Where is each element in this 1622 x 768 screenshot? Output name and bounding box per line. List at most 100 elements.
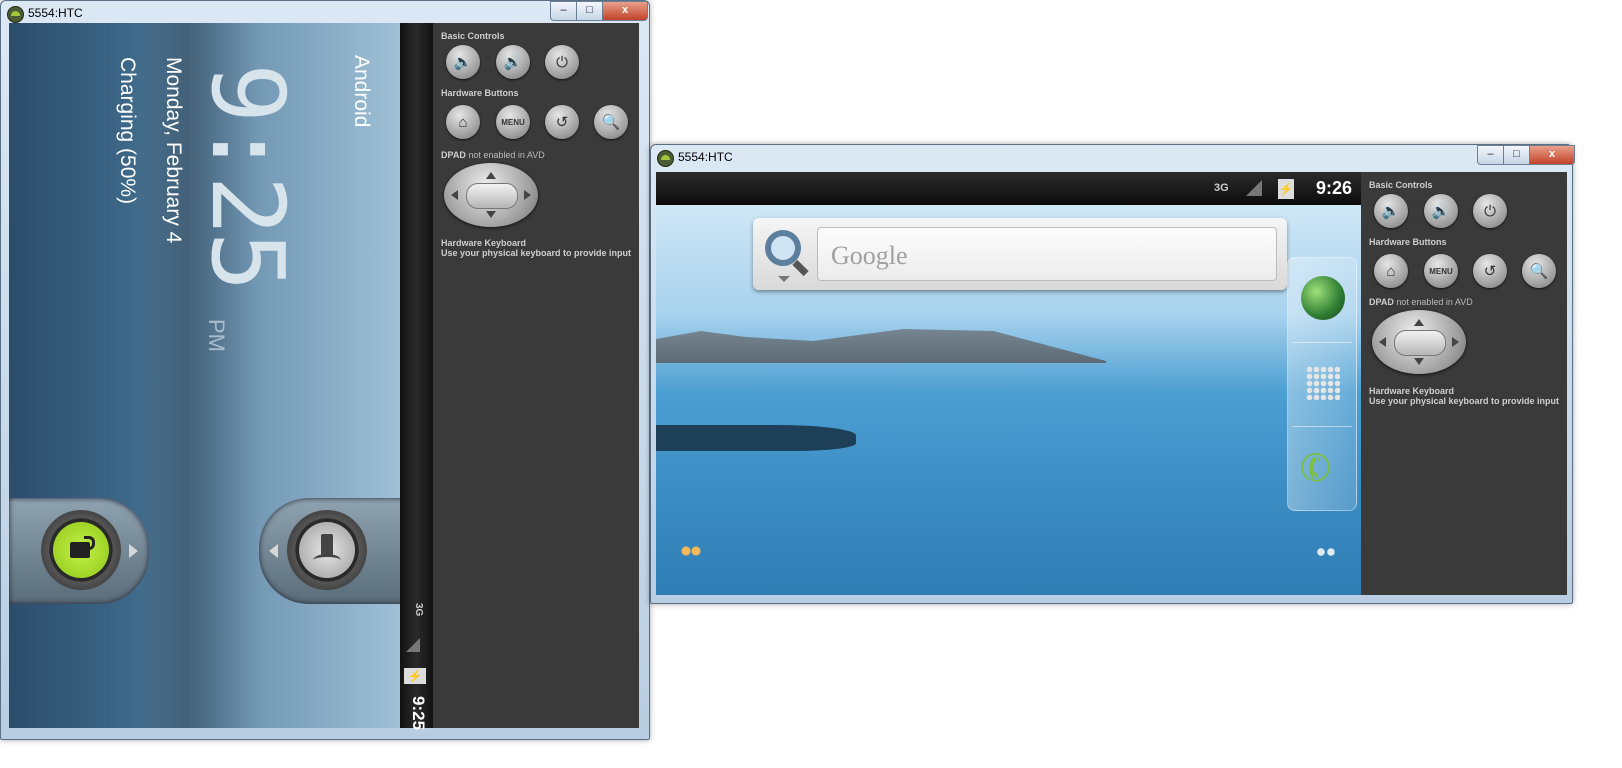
back-icon: ↺ bbox=[555, 114, 569, 131]
home-screen: Google ✆ bbox=[656, 205, 1361, 595]
home-icon: ⌂ bbox=[1386, 262, 1396, 280]
network-3g-icon: 3G bbox=[413, 603, 424, 617]
unlock-tab[interactable] bbox=[9, 498, 149, 604]
volume-up-icon: 🔊 bbox=[503, 54, 523, 71]
right-page-indicator[interactable] bbox=[1316, 547, 1336, 557]
lock-ampm: PM bbox=[204, 319, 229, 352]
network-3g-icon: 3G bbox=[1214, 182, 1229, 194]
right-status-bar: 3G ⚡ 9:26 bbox=[656, 172, 1361, 205]
basic-controls-label: Basic Controls bbox=[441, 31, 505, 41]
status-time: 9:26 bbox=[1316, 178, 1353, 198]
hardware-buttons-label: Hardware Buttons bbox=[1369, 237, 1447, 247]
dpad[interactable] bbox=[444, 163, 538, 227]
left-status-bar: 3G ⚡ 9:25 bbox=[400, 23, 433, 731]
google-search-widget[interactable]: Google bbox=[753, 218, 1287, 290]
left-page-indicator[interactable] bbox=[680, 545, 702, 557]
volume-up-button[interactable]: 🔊 bbox=[1424, 194, 1458, 228]
wallpaper-mountains bbox=[656, 329, 1106, 363]
dpad-down-icon[interactable] bbox=[1414, 358, 1424, 365]
home-button[interactable]: ⌂ bbox=[1374, 254, 1408, 288]
search-input[interactable]: Google bbox=[817, 227, 1277, 281]
volume-down-icon: 🔈 bbox=[1381, 203, 1401, 220]
volume-down-button[interactable]: 🔈 bbox=[446, 45, 480, 79]
back-icon: ↺ bbox=[1483, 263, 1497, 280]
home-button[interactable]: ⌂ bbox=[446, 105, 480, 139]
search-dropdown-icon[interactable] bbox=[778, 276, 790, 282]
right-control-panel: Basic Controls 🔈 🔊 ⏻ Hardware Buttons ⌂ … bbox=[1361, 172, 1567, 595]
home-icon: ⌂ bbox=[458, 113, 468, 131]
power-button[interactable]: ⏻ bbox=[545, 45, 579, 79]
power-button[interactable]: ⏻ bbox=[1473, 194, 1507, 228]
maximize-button[interactable]: □ bbox=[576, 1, 602, 21]
volume-up-button[interactable]: 🔊 bbox=[496, 45, 530, 79]
power-icon: ⏻ bbox=[556, 53, 568, 71]
left-control-panel: Basic Controls 🔈 🔊 ⏻ Hardware Buttons ⌂ … bbox=[433, 23, 639, 728]
status-time: 9:25 bbox=[409, 696, 428, 731]
signal-icon bbox=[406, 638, 420, 652]
battery-charging-icon: ⚡ bbox=[404, 668, 426, 684]
dpad-right-icon[interactable] bbox=[1452, 337, 1459, 347]
search-icon: 🔍 bbox=[601, 114, 621, 131]
minimize-button[interactable]: – bbox=[1477, 145, 1503, 165]
sound-button[interactable] bbox=[287, 510, 367, 590]
sound-icon bbox=[299, 522, 355, 578]
carrier-label: Android bbox=[350, 55, 373, 128]
dpad-label: DPAD not enabled in AVD bbox=[441, 150, 545, 160]
menu-button[interactable]: MENU bbox=[496, 105, 530, 139]
lock-date: Monday, February 4 bbox=[162, 57, 185, 244]
signal-icon bbox=[1246, 180, 1262, 196]
back-button[interactable]: ↺ bbox=[545, 105, 579, 139]
basic-controls-label: Basic Controls bbox=[1369, 180, 1433, 190]
android-emulator-icon bbox=[657, 150, 674, 167]
maximize-button[interactable]: □ bbox=[1503, 145, 1529, 165]
search-placeholder: Google bbox=[831, 241, 908, 270]
right-titlebar[interactable]: 5554:HTC – □ x bbox=[651, 145, 1575, 171]
wallpaper-rocks bbox=[656, 425, 856, 451]
close-button[interactable]: x bbox=[602, 1, 648, 21]
magnifier-handle-icon bbox=[792, 259, 809, 277]
power-icon: ⏻ bbox=[1484, 202, 1496, 220]
window-title: 5554:HTC bbox=[678, 150, 733, 164]
unlock-button[interactable] bbox=[41, 510, 121, 590]
volume-down-button[interactable]: 🔈 bbox=[1374, 194, 1408, 228]
menu-button[interactable]: MENU bbox=[1424, 254, 1458, 288]
volume-up-icon: 🔊 bbox=[1431, 203, 1451, 220]
dpad-left-icon[interactable] bbox=[1379, 337, 1386, 347]
menu-label: MENU bbox=[1429, 266, 1453, 276]
window-title: 5554:HTC bbox=[28, 6, 83, 20]
hardware-keyboard-note: Use your physical keyboard to provide in… bbox=[1369, 396, 1560, 406]
dpad-center[interactable] bbox=[1394, 330, 1446, 356]
launcher-dock: ✆ bbox=[1287, 257, 1357, 511]
dpad-up-icon[interactable] bbox=[486, 172, 496, 179]
left-emulator-window: 5554:HTC – □ x Android 9:25 PM Monday, F… bbox=[0, 0, 650, 740]
menu-label: MENU bbox=[501, 117, 525, 127]
phone-icon[interactable]: ✆ bbox=[1293, 442, 1338, 495]
search-button[interactable]: 🔍 bbox=[594, 105, 628, 139]
search-icon: 🔍 bbox=[1529, 263, 1549, 280]
lock-screen: Android 9:25 PM Monday, February 4 Charg… bbox=[9, 23, 400, 728]
hardware-keyboard-label: Hardware Keyboard bbox=[441, 238, 527, 248]
lock-icon bbox=[53, 522, 109, 578]
android-emulator-icon bbox=[7, 6, 24, 23]
dpad-center[interactable] bbox=[466, 183, 518, 209]
search-button[interactable]: 🔍 bbox=[1522, 254, 1556, 288]
sound-toggle-tab[interactable] bbox=[259, 498, 400, 604]
dpad-right-icon[interactable] bbox=[524, 190, 531, 200]
sound-tab-arrow-icon bbox=[269, 544, 278, 558]
app-grid-icon[interactable] bbox=[1306, 366, 1340, 400]
close-button[interactable]: x bbox=[1529, 145, 1575, 165]
lock-clock: 9:25 bbox=[189, 63, 306, 288]
minimize-button[interactable]: – bbox=[550, 1, 576, 21]
dpad[interactable] bbox=[1372, 310, 1466, 374]
dpad-down-icon[interactable] bbox=[486, 211, 496, 218]
hardware-keyboard-note: Use your physical keyboard to provide in… bbox=[441, 248, 632, 258]
dpad-left-icon[interactable] bbox=[451, 190, 458, 200]
hardware-keyboard-label: Hardware Keyboard bbox=[1369, 386, 1455, 396]
browser-globe-icon[interactable] bbox=[1301, 276, 1345, 320]
dpad-label: DPAD not enabled in AVD bbox=[1369, 297, 1473, 307]
unlock-arrow-icon bbox=[129, 544, 138, 558]
back-button[interactable]: ↺ bbox=[1473, 254, 1507, 288]
hardware-buttons-label: Hardware Buttons bbox=[441, 88, 519, 98]
dpad-up-icon[interactable] bbox=[1414, 319, 1424, 326]
battery-charging-icon: ⚡ bbox=[1278, 179, 1294, 199]
